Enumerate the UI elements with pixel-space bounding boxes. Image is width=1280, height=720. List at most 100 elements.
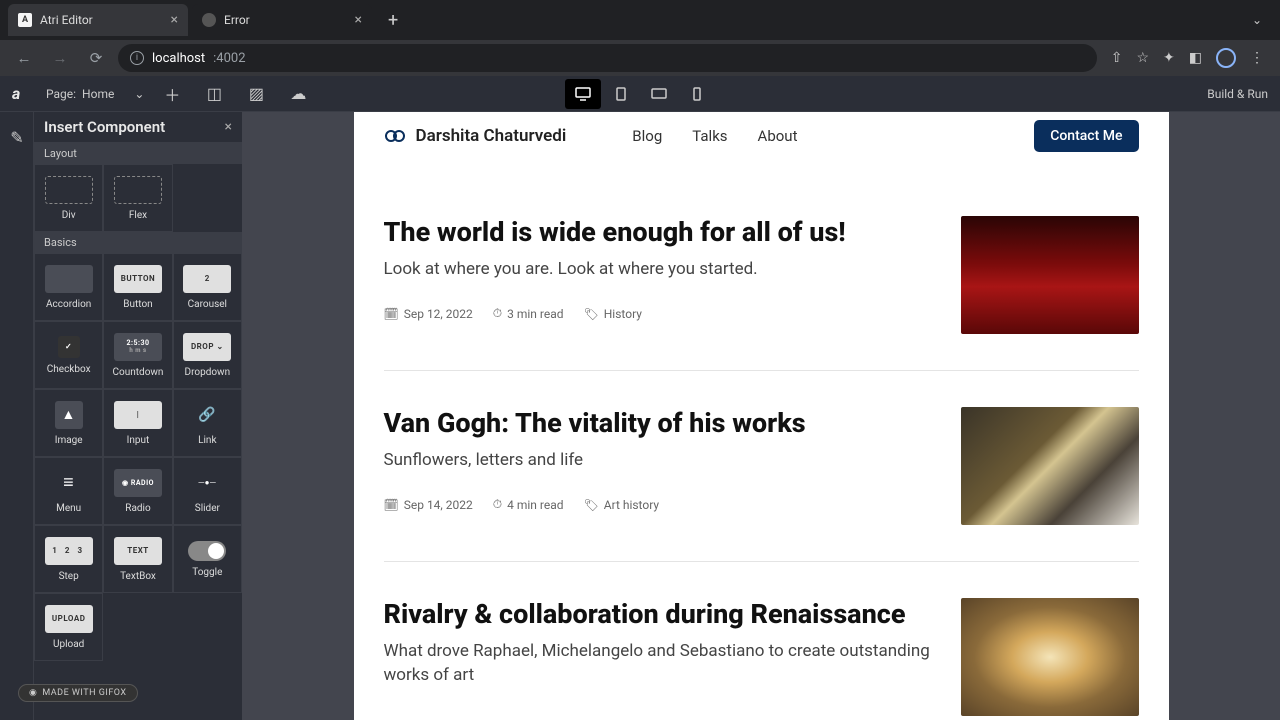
component-label: Slider — [195, 503, 220, 514]
component-accordion[interactable]: Accordion — [34, 253, 103, 321]
component-slider[interactable]: ─●─Slider — [173, 457, 242, 525]
component-step[interactable]: 1 2 3Step — [34, 525, 103, 593]
browser-address-bar: ← → ⟳ i localhost:4002 ⇧ ☆ ✦ ◧ ⋮ — [0, 40, 1280, 76]
component-upload[interactable]: UPLOADUpload — [34, 593, 103, 661]
close-icon[interactable]: × — [225, 119, 232, 135]
edit-icon[interactable]: ✎ — [0, 120, 34, 154]
carousel-preview-icon: 2 — [183, 265, 231, 293]
panel-title: Insert Component — [44, 118, 225, 136]
component-label: Button — [123, 299, 152, 310]
sync-icon[interactable]: ☁ — [284, 80, 312, 108]
logo-mark-icon — [384, 125, 406, 147]
component-button[interactable]: BUTTON Button — [103, 253, 172, 321]
site-info-icon[interactable]: i — [130, 51, 144, 65]
close-icon[interactable]: × — [355, 12, 362, 28]
build-run-button[interactable]: Build & Run — [1207, 87, 1268, 101]
post-title: Van Gogh: The vitality of his works — [384, 407, 931, 439]
watermark-text: MADE WITH GIFOX — [42, 688, 126, 698]
component-countdown[interactable]: 2:5:30h m sCountdown — [103, 321, 172, 389]
desktop-device-button[interactable] — [565, 79, 601, 109]
layout-components: Div Flex — [34, 164, 242, 232]
url-input[interactable]: i localhost:4002 — [118, 44, 1097, 72]
nav-link-blog[interactable]: Blog — [632, 127, 662, 145]
section-label-layout: Layout — [34, 143, 242, 164]
nav-link-about[interactable]: About — [758, 127, 798, 145]
back-button[interactable]: ← — [10, 44, 38, 72]
clock-icon: ⏱ — [493, 497, 502, 512]
component-label: Step — [59, 571, 79, 582]
component-image[interactable]: ▲Image — [34, 389, 103, 457]
menu-icon[interactable]: ⋮ — [1250, 50, 1264, 66]
share-icon[interactable]: ⇧ — [1111, 50, 1123, 66]
close-icon[interactable]: × — [171, 12, 178, 28]
post-thumbnail — [961, 216, 1139, 334]
profile-avatar[interactable] — [1216, 48, 1236, 68]
component-textbox[interactable]: TEXT TextBox — [103, 525, 172, 593]
site-header: Darshita Chaturvedi Blog Talks About Con… — [354, 112, 1169, 160]
tab-favicon: A — [18, 13, 32, 27]
component-carousel[interactable]: 2 Carousel — [173, 253, 242, 321]
countdown-preview-icon: 2:5:30h m s — [114, 333, 162, 361]
app-logo[interactable]: a — [12, 84, 32, 104]
apps-icon[interactable]: ◧ — [1189, 50, 1202, 66]
nav-link-talks[interactable]: Talks — [692, 127, 727, 145]
component-label: Link — [198, 435, 216, 446]
post-title: The world is wide enough for all of us! — [384, 216, 931, 248]
layout-icon[interactable]: ◫ — [200, 80, 228, 108]
button-preview-icon: BUTTON — [114, 265, 162, 293]
post-title: Rivalry & collaboration during Renaissan… — [384, 598, 931, 630]
site-logo[interactable]: Darshita Chaturvedi — [384, 125, 567, 147]
mobile-device-button[interactable] — [679, 79, 715, 109]
add-button[interactable]: ＋ — [158, 80, 186, 108]
new-tab-button[interactable]: + — [376, 10, 410, 31]
post-read-time: ⏱3 min read — [493, 306, 564, 321]
image-icon[interactable]: ▨ — [242, 80, 270, 108]
post-meta: 🗓Sep 12, 2022 ⏱3 min read 🏷History — [384, 306, 931, 321]
canvas-page[interactable]: Darshita Chaturvedi Blog Talks About Con… — [354, 112, 1169, 720]
component-label: Carousel — [188, 299, 227, 310]
post-item[interactable]: Rivalry & collaboration during Renaissan… — [384, 562, 1139, 720]
component-div[interactable]: Div — [34, 164, 103, 232]
contact-button[interactable]: Contact Me — [1034, 120, 1138, 152]
chevron-down-icon[interactable]: ⌄ — [1242, 13, 1272, 27]
textbox-preview-icon: TEXT — [114, 537, 162, 565]
extensions-icon[interactable]: ✦ — [1163, 50, 1175, 66]
reload-button[interactable]: ⟳ — [82, 44, 110, 72]
camera-icon: ◉ — [29, 688, 37, 698]
post-item[interactable]: The world is wide enough for all of us! … — [384, 180, 1139, 371]
tablet-landscape-button[interactable] — [641, 79, 677, 109]
component-checkbox[interactable]: ✓Checkbox — [34, 321, 103, 389]
browser-actions: ⇧ ☆ ✦ ◧ ⋮ — [1105, 48, 1270, 68]
calendar-icon: 🗓 — [384, 307, 399, 321]
component-label: Accordion — [46, 299, 91, 310]
component-label: Upload — [53, 639, 84, 650]
component-dropdown[interactable]: DROP ⌄Dropdown — [173, 321, 242, 389]
post-subtitle: Look at where you are. Look at where you… — [384, 258, 931, 282]
component-toggle[interactable]: Toggle — [173, 525, 242, 593]
post-item[interactable]: Van Gogh: The vitality of his works Sunf… — [384, 371, 1139, 562]
component-input[interactable]: |Input — [103, 389, 172, 457]
post-thumbnail — [961, 598, 1139, 716]
component-label: TextBox — [120, 571, 156, 582]
post-tag: 🏷Art history — [584, 497, 660, 512]
forward-button[interactable]: → — [46, 44, 74, 72]
component-menu[interactable]: ≡Menu — [34, 457, 103, 525]
page-selector[interactable]: Page: Home ⌄ — [46, 87, 144, 101]
component-flex[interactable]: Flex — [103, 164, 172, 232]
component-radio[interactable]: ◉ RADIORadio — [103, 457, 172, 525]
radio-preview-icon: ◉ RADIO — [114, 469, 162, 497]
component-link[interactable]: 🔗Link — [173, 389, 242, 457]
app-toolbar: a Page: Home ⌄ ＋ ◫ ▨ ☁ Build & Run — [0, 76, 1280, 112]
bookmark-icon[interactable]: ☆ — [1136, 50, 1149, 66]
tablet-device-button[interactable] — [603, 79, 639, 109]
component-label: Toggle — [192, 567, 222, 578]
browser-tab[interactable]: Error × — [192, 4, 372, 36]
menu-preview-icon: ≡ — [45, 469, 93, 497]
clock-icon: ⏱ — [493, 306, 502, 321]
post-meta: 🗓Sep 14, 2022 ⏱4 min read 🏷Art history — [384, 497, 931, 512]
toggle-preview-icon — [188, 541, 226, 561]
browser-tab-active[interactable]: A Atri Editor × — [8, 4, 188, 36]
chevron-down-icon: ⌄ — [134, 87, 144, 101]
canvas-viewport[interactable]: Darshita Chaturvedi Blog Talks About Con… — [242, 112, 1280, 720]
component-label: Flex — [129, 210, 147, 221]
